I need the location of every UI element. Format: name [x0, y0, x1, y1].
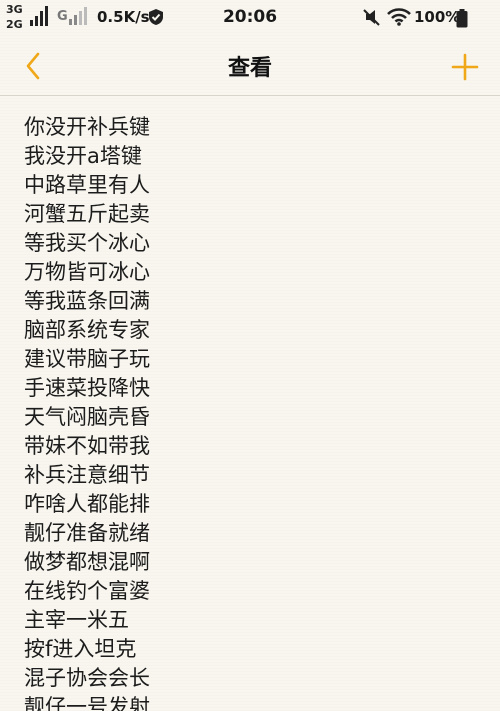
battery-percent: 100% — [414, 8, 461, 26]
note-line: 河蟹五斤起卖 — [24, 202, 150, 226]
nav-bar: 查看 — [0, 36, 500, 96]
note-line: 主宰一米五 — [24, 608, 129, 632]
wifi-icon — [387, 8, 411, 26]
add-button[interactable] — [448, 50, 482, 84]
page-title: 查看 — [227, 56, 272, 81]
note-line: 等我买个冰心 — [24, 231, 150, 255]
note-content[interactable]: 你没开补兵键 我没开a塔键 中路草里有人 河蟹五斤起卖 等我买个冰心 万物皆可冰心 等我蓝条… — [24, 113, 484, 711]
note-line: 万物皆可冰心 — [24, 260, 150, 284]
note-line: 补兵注意细节 — [24, 463, 150, 487]
note-line: 靓仔准备就绪 — [24, 521, 150, 545]
note-line: 建议带脑子玩 — [24, 347, 150, 371]
note-line: 带妹不如带我 — [24, 434, 150, 458]
note-line: 做梦都想混啊 — [24, 550, 150, 574]
back-button[interactable] — [20, 50, 50, 82]
note-line: 手速菜投降快 — [24, 376, 150, 400]
note-line: 在线钓个富婆 — [24, 579, 150, 603]
note-line: 中路草里有人 — [24, 173, 150, 197]
note-line: 我没开a塔键 — [24, 144, 142, 168]
screen: 3G 2G G 0.5K/s 20:06 100% 查看 你没开补兵键 我没开a… — [0, 0, 500, 711]
note-line: 等我蓝条回满 — [24, 289, 150, 313]
note-line: 靓仔一号发射 — [24, 695, 150, 711]
note-line: 脑部系统专家 — [24, 318, 150, 342]
note-line: 混子协会会长 — [24, 666, 150, 690]
note-line: 你没开补兵键 — [24, 115, 150, 139]
plus-icon — [451, 53, 479, 81]
mute-icon — [363, 9, 380, 26]
note-line: 按f进入坦克 — [24, 637, 137, 661]
battery-icon — [456, 9, 468, 28]
status-bar: 3G 2G G 0.5K/s 20:06 100% — [0, 0, 500, 36]
note-line: 天气闷脑壳昏 — [24, 405, 150, 429]
chevron-left-icon — [26, 52, 40, 80]
note-line: 咋啥人都能排 — [24, 492, 150, 516]
